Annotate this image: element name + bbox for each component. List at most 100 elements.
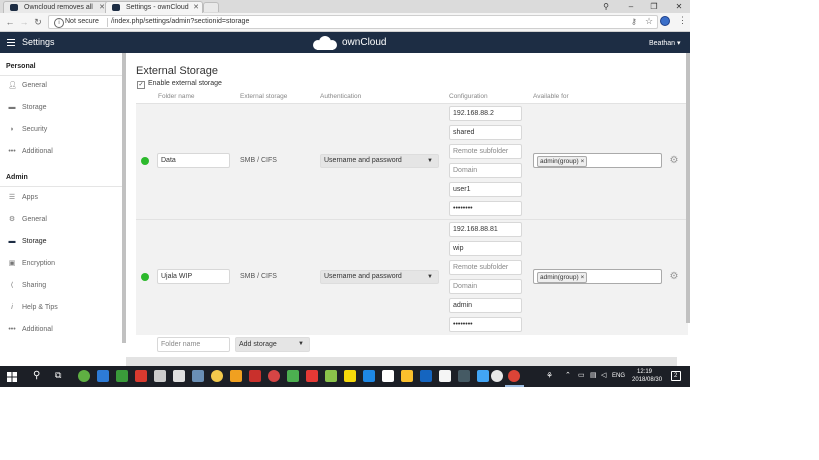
reload-icon[interactable]: ↻ xyxy=(33,17,43,27)
search-icon[interactable]: ⚲ xyxy=(33,370,40,381)
sidebar-item-personal-general[interactable]: 👤︎ General xyxy=(0,78,124,98)
taskbar-app-icon[interactable] xyxy=(401,370,413,382)
address-bar[interactable]: i Not secure /index.php/settings/admin?s… xyxy=(48,15,658,29)
auth-select[interactable]: Username and password ▼ xyxy=(320,270,439,284)
profile-icon[interactable]: ⚲ xyxy=(600,0,612,13)
config-password-input[interactable]: •••••••• xyxy=(449,317,522,332)
mount-options-gear-icon[interactable]: ⚙ xyxy=(669,272,679,282)
chrome-taskbar-icon[interactable] xyxy=(491,370,503,382)
sidebar-item-encryption[interactable]: ▣ Encryption xyxy=(0,256,124,276)
tray-icon[interactable]: ▭ xyxy=(578,371,585,379)
sidebar-scrollbar[interactable] xyxy=(122,53,126,343)
folder-name-input[interactable]: Data xyxy=(157,153,230,168)
horizontal-scrollbar[interactable] xyxy=(126,357,677,366)
new-folder-name-input[interactable]: Folder name xyxy=(157,337,230,352)
config-subfolder-input[interactable]: Remote subfolder xyxy=(449,144,522,159)
close-window-icon[interactable]: ✕ xyxy=(673,0,685,13)
taskbar-app-icon[interactable] xyxy=(116,370,128,382)
taskbar-app-icon[interactable] xyxy=(382,370,394,382)
sidebar-item-admin-storage[interactable]: ▬ Storage xyxy=(0,234,124,254)
extension-icon[interactable] xyxy=(660,16,670,26)
people-icon[interactable]: ⚘ xyxy=(546,371,553,380)
remove-tag-icon[interactable]: × xyxy=(580,158,584,165)
mount-options-gear-icon[interactable]: ⚙ xyxy=(669,156,679,166)
taskbar-app-icon[interactable] xyxy=(458,370,470,382)
enable-external-storage-label[interactable]: Enable external storage xyxy=(148,80,222,87)
new-tab-button[interactable] xyxy=(203,2,219,12)
available-for-input[interactable]: admin(group) × xyxy=(533,269,662,284)
available-for-input[interactable]: admin(group) × xyxy=(533,153,662,168)
volume-icon[interactable]: ◁ xyxy=(601,371,606,379)
user-menu[interactable]: Beathan ▾ xyxy=(649,39,681,47)
browser-tab-inactive[interactable]: Owncloud removes all ✕ xyxy=(3,1,109,13)
config-host-input[interactable]: 192.168.88.81 xyxy=(449,222,522,237)
taskbar-app-icon[interactable] xyxy=(230,370,242,382)
forward-icon[interactable]: → xyxy=(19,17,29,27)
windows-start-icon[interactable] xyxy=(7,372,17,382)
taskbar-app-icon[interactable] xyxy=(192,370,204,382)
menu-kebab-icon[interactable]: ⋮ xyxy=(678,15,687,26)
address-url[interactable]: /index.php/settings/admin?sectionid=stor… xyxy=(111,18,249,25)
browser-tab-active[interactable]: Settings - ownCloud ✕ xyxy=(105,1,203,13)
enable-external-storage-checkbox[interactable]: ✓ xyxy=(137,81,145,89)
brand-name[interactable]: ownCloud xyxy=(342,37,386,48)
chevron-down-icon: ▼ xyxy=(427,274,433,280)
content-scrollbar[interactable] xyxy=(686,53,690,323)
app-menu-title[interactable]: Settings xyxy=(22,37,55,47)
taskbar-app-icon[interactable] xyxy=(344,370,356,382)
sidebar-item-personal-storage[interactable]: ▬ Storage xyxy=(0,100,124,120)
taskbar-app-icon[interactable] xyxy=(325,370,337,382)
clock-time[interactable]: 12:19 xyxy=(637,369,652,375)
remove-tag-icon[interactable]: × xyxy=(580,274,584,281)
minimize-icon[interactable]: – xyxy=(625,0,637,13)
sidebar-item-admin-general[interactable]: ⚙ General xyxy=(0,212,124,232)
taskbar-app-icon[interactable] xyxy=(249,370,261,382)
config-host-input[interactable]: 192.168.88.2 xyxy=(449,106,522,121)
sidebar-item-sharing[interactable]: ⟨ Sharing xyxy=(0,278,124,298)
config-domain-input[interactable]: Domain xyxy=(449,279,522,294)
taskbar-app-icon[interactable] xyxy=(154,370,166,382)
storage-type: SMB / CIFS xyxy=(240,273,277,280)
restore-icon[interactable]: ❐ xyxy=(648,0,660,13)
hamburger-icon[interactable] xyxy=(7,39,15,46)
taskbar-app-icon[interactable] xyxy=(420,370,432,382)
config-user-input[interactable]: user1 xyxy=(449,182,522,197)
chrome-active-taskbar-icon[interactable] xyxy=(508,370,520,382)
taskbar-app-icon[interactable] xyxy=(97,370,109,382)
folder-name-input[interactable]: Ujala WIP xyxy=(157,269,230,284)
config-subfolder-input[interactable]: Remote subfolder xyxy=(449,260,522,275)
config-password-input[interactable]: •••••••• xyxy=(449,201,522,216)
sidebar-item-help[interactable]: i Help & Tips xyxy=(0,300,124,320)
taskbar-app-icon[interactable] xyxy=(477,370,489,382)
add-storage-select[interactable]: Add storage ▼ xyxy=(235,337,310,352)
sidebar-item-personal-additional[interactable]: ••• Additional xyxy=(0,144,124,164)
info-icon[interactable]: i xyxy=(54,18,64,28)
config-share-input[interactable]: shared xyxy=(449,125,522,140)
bookmark-star-icon[interactable]: ☆ xyxy=(645,16,653,27)
sidebar-item-admin-additional[interactable]: ••• Additional xyxy=(0,322,124,342)
task-view-icon[interactable]: ⧉ xyxy=(55,370,61,381)
taskbar-app-icon[interactable] xyxy=(211,370,223,382)
sidebar-item-apps[interactable]: ☰ Apps xyxy=(0,190,124,210)
key-icon[interactable]: ⚷ xyxy=(631,17,637,26)
taskbar-app-icon[interactable] xyxy=(287,370,299,382)
taskbar-app-icon[interactable] xyxy=(173,370,185,382)
config-share-input[interactable]: wip xyxy=(449,241,522,256)
language-indicator[interactable]: ENG xyxy=(612,373,625,379)
taskbar-app-icon[interactable] xyxy=(439,370,451,382)
taskbar-app-icon[interactable] xyxy=(363,370,375,382)
config-domain-input[interactable]: Domain xyxy=(449,163,522,178)
back-icon[interactable]: ← xyxy=(5,17,15,27)
auth-select[interactable]: Username and password ▼ xyxy=(320,154,439,168)
show-hidden-icons-icon[interactable]: ⌃ xyxy=(565,371,571,379)
config-user-input[interactable]: admin xyxy=(449,298,522,313)
clock-date[interactable]: 2018/08/30 xyxy=(632,377,662,383)
taskbar-app-icon[interactable] xyxy=(135,370,147,382)
taskbar-app-icon[interactable] xyxy=(268,370,280,382)
network-icon[interactable]: ▤ xyxy=(590,371,597,379)
taskbar-app-icon[interactable] xyxy=(78,370,90,382)
notifications-icon[interactable]: 2 xyxy=(671,371,681,381)
taskbar-app-icon[interactable] xyxy=(306,370,318,382)
close-tab-icon[interactable]: ✕ xyxy=(193,2,199,13)
sidebar-item-security[interactable]: ◗ Security xyxy=(0,122,124,142)
